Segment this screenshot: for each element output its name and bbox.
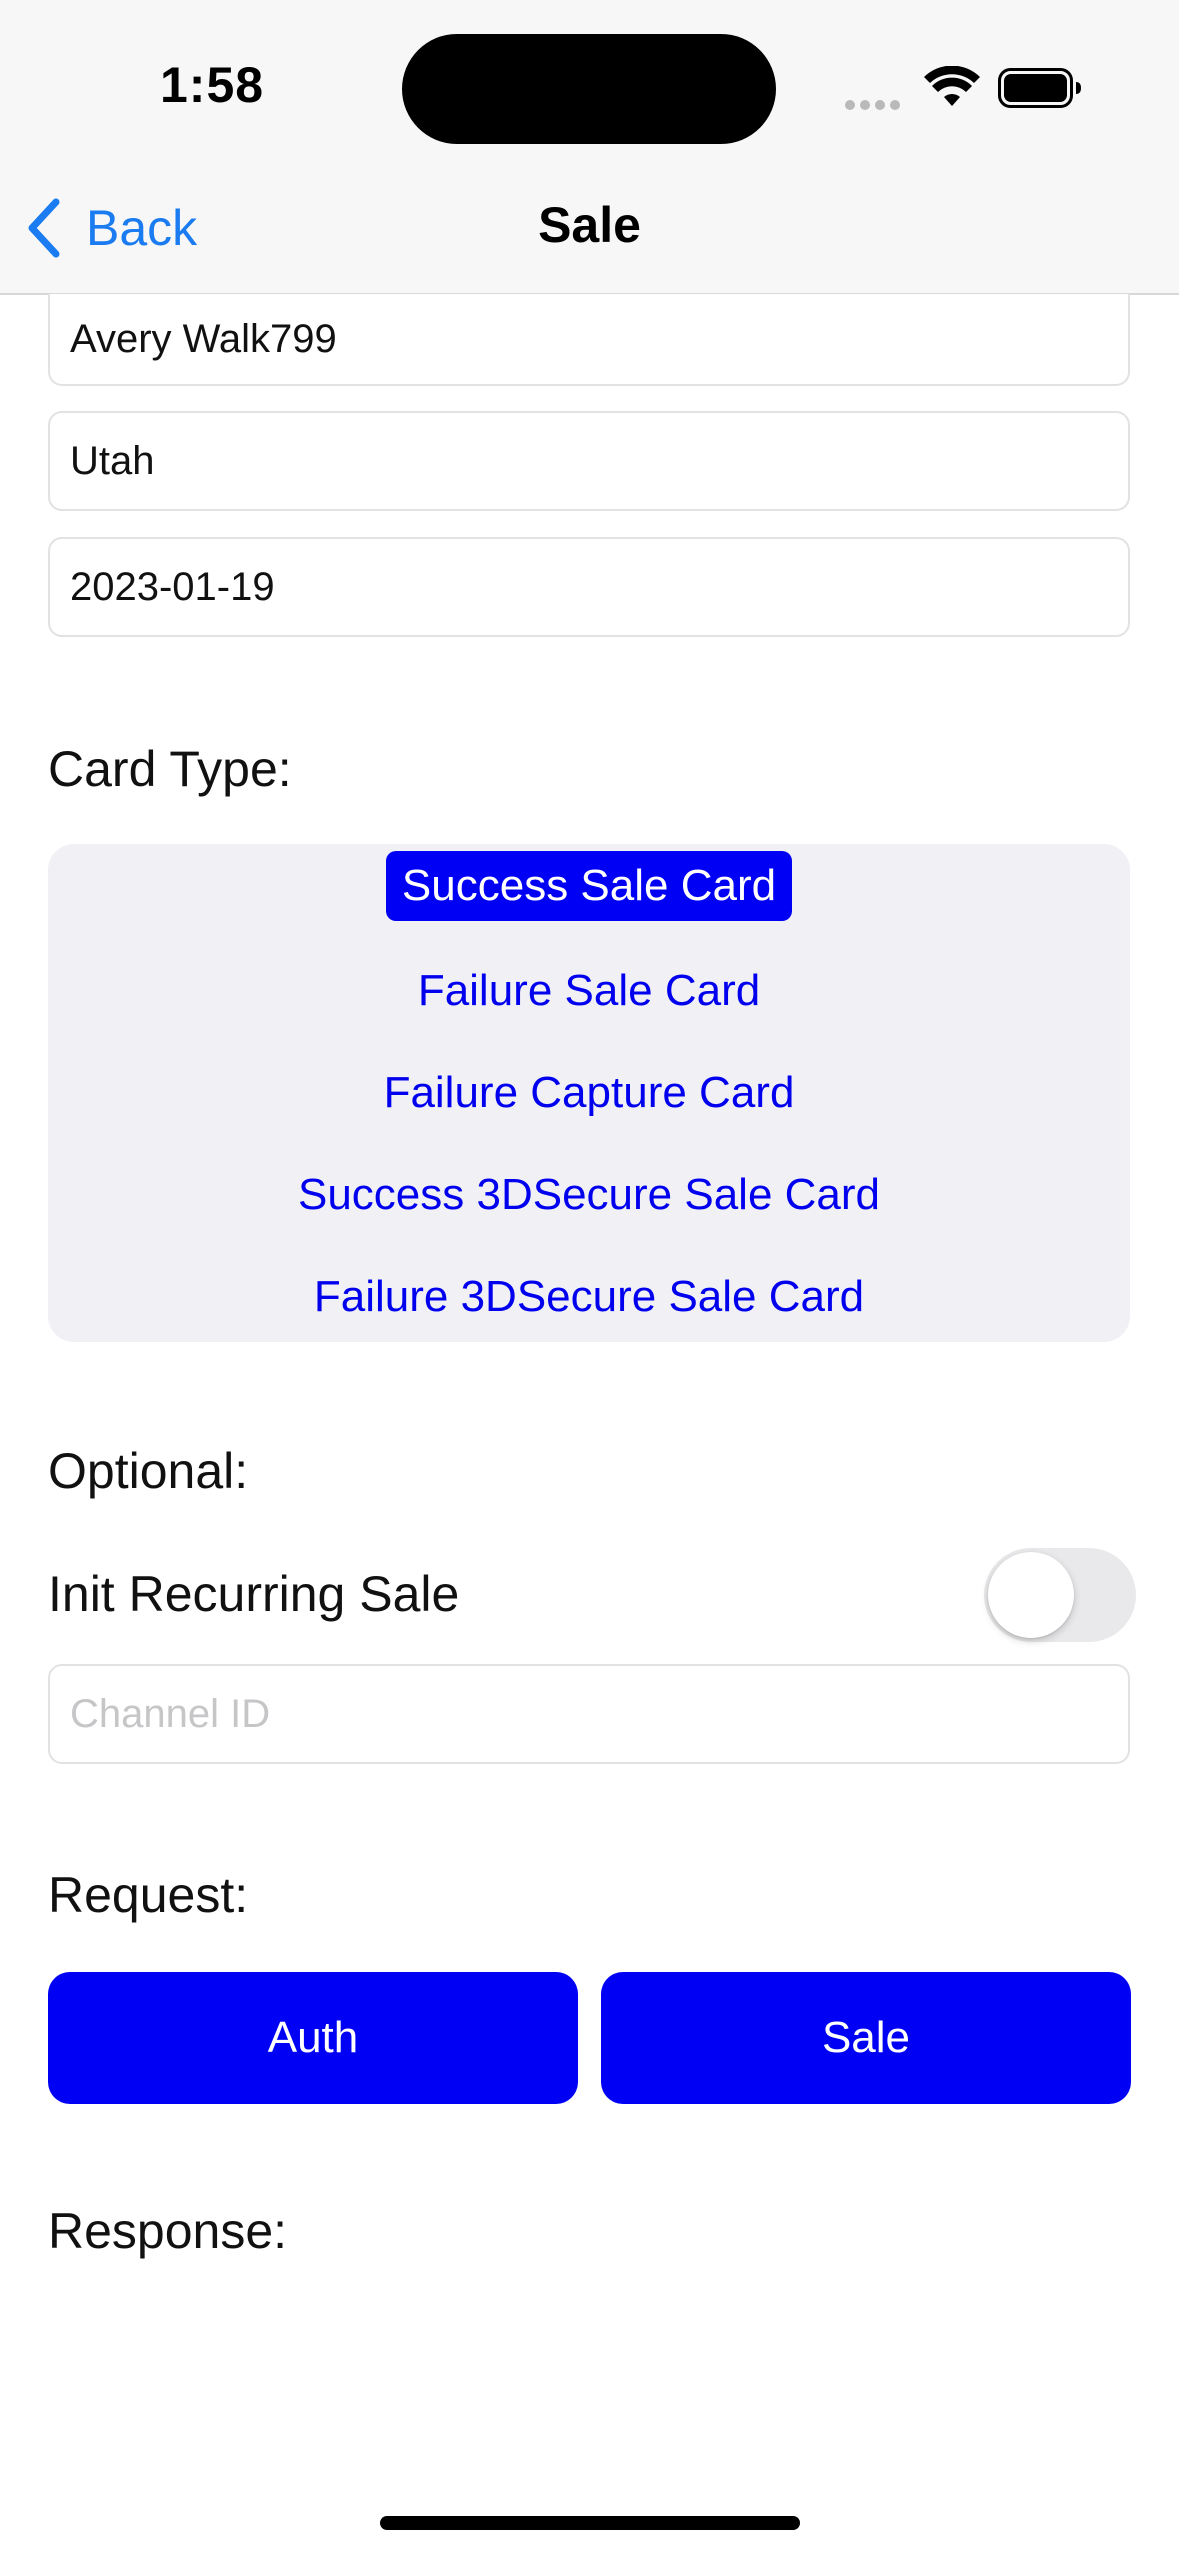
top-bar: 1:58 Back Sale: [0, 0, 1179, 295]
card-option-success-3dsecure[interactable]: Success 3DSecure Sale Card: [48, 1170, 1130, 1220]
optional-label: Optional:: [48, 1443, 249, 1499]
state-input[interactable]: [70, 413, 1128, 509]
card-option-label: Success Sale Card: [385, 851, 793, 921]
state-field[interactable]: [48, 411, 1130, 511]
channel-id-field[interactable]: [48, 1664, 1130, 1764]
wifi-icon: [924, 66, 980, 106]
init-recurring-toggle[interactable]: [984, 1548, 1136, 1642]
date-input[interactable]: [70, 539, 1128, 635]
request-label: Request:: [48, 1867, 249, 1923]
init-recurring-label: Init Recurring Sale: [48, 1566, 460, 1622]
card-option-failure-sale[interactable]: Failure Sale Card: [48, 966, 1130, 1016]
name-input[interactable]: [70, 294, 1128, 384]
page-title: Sale: [538, 197, 641, 253]
sale-button[interactable]: Sale: [601, 1972, 1131, 2104]
status-time: 1:58: [160, 57, 265, 113]
card-type-picker[interactable]: Success Sale Card Failure Sale Card Fail…: [48, 844, 1130, 1342]
date-field[interactable]: [48, 537, 1130, 637]
dynamic-island: [402, 34, 776, 144]
response-label: Response:: [48, 2203, 288, 2259]
sale-screen: 1:58 Back Sale Card Type:: [0, 0, 1179, 2556]
cellular-signal-icon: [845, 97, 905, 115]
home-indicator[interactable]: [380, 2516, 800, 2530]
card-option-failure-3dsecure[interactable]: Failure 3DSecure Sale Card: [48, 1272, 1130, 1322]
card-option-success-sale[interactable]: Success Sale Card: [48, 851, 1130, 921]
card-type-label: Card Type:: [48, 741, 292, 797]
battery-icon: [998, 68, 1081, 108]
auth-button[interactable]: Auth: [48, 1972, 578, 2104]
card-option-failure-capture[interactable]: Failure Capture Card: [48, 1068, 1130, 1118]
name-field[interactable]: [48, 294, 1130, 386]
channel-id-input[interactable]: [70, 1666, 1128, 1762]
toggle-knob: [988, 1552, 1074, 1638]
